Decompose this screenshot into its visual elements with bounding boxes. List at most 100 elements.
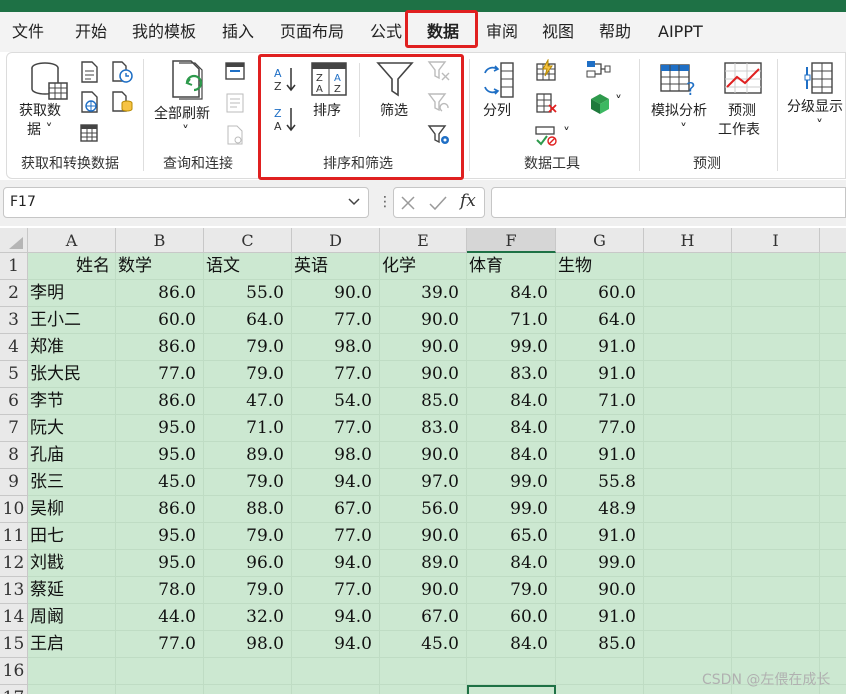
get-data-label-1[interactable]: 获取数 [19,102,61,121]
score-cell[interactable]: 90.0 [292,280,372,307]
relationships-chevron-icon[interactable]: ˅ [615,93,622,112]
row-header-11[interactable]: 11 [0,523,28,550]
score-cell[interactable]: 90.0 [380,442,459,469]
row-header-1[interactable]: 1 [0,253,28,280]
name-box[interactable]: F17 [3,187,369,218]
refresh-all-chevron-icon[interactable]: ˅ [182,123,189,142]
score-cell[interactable]: 60.0 [116,307,196,334]
score-cell[interactable]: 88.0 [204,496,284,523]
header-cell[interactable]: 英语 [294,253,328,280]
tab-my-templates[interactable]: 我的模板 [132,12,196,52]
score-cell[interactable]: 44.0 [116,604,196,631]
header-cell[interactable]: 生物 [558,253,592,280]
column-header-i[interactable]: I [732,228,820,253]
column-header-partial[interactable] [820,228,846,253]
score-cell[interactable]: 48.9 [556,496,636,523]
score-cell[interactable]: 91.0 [556,361,636,388]
name-cell[interactable]: 李节 [30,388,64,415]
score-cell[interactable]: 84.0 [467,415,548,442]
data-validation-icon[interactable] [534,123,558,147]
score-cell[interactable]: 77.0 [116,361,196,388]
score-cell[interactable]: 86.0 [116,280,196,307]
row-header-13[interactable]: 13 [0,577,28,604]
name-cell[interactable]: 周阚 [30,604,64,631]
score-cell[interactable]: 94.0 [292,550,372,577]
score-cell[interactable]: 97.0 [380,469,459,496]
score-cell[interactable]: 32.0 [204,604,284,631]
score-cell[interactable]: 47.0 [204,388,284,415]
column-header-f[interactable]: F [467,228,556,253]
refresh-all-label[interactable]: 全部刷新 [154,105,210,124]
score-cell[interactable]: 89.0 [204,442,284,469]
text-to-columns-icon[interactable] [481,61,517,99]
cancel-entry-icon[interactable] [400,195,416,211]
column-header-e[interactable]: E [380,228,467,253]
score-cell[interactable]: 98.0 [292,442,372,469]
score-cell[interactable]: 94.0 [292,631,372,658]
header-cell[interactable]: 数学 [118,253,152,280]
score-cell[interactable]: 95.0 [116,442,196,469]
score-cell[interactable]: 54.0 [292,388,372,415]
row-header-10[interactable]: 10 [0,496,28,523]
score-cell[interactable]: 45.0 [380,631,459,658]
header-cell[interactable]: 化学 [382,253,416,280]
name-cell[interactable]: 刘戡 [30,550,64,577]
score-cell[interactable]: 67.0 [380,604,459,631]
score-cell[interactable]: 77.0 [292,523,372,550]
score-cell[interactable]: 85.0 [380,388,459,415]
consolidate-icon[interactable] [585,59,611,81]
column-header-d[interactable]: D [292,228,380,253]
what-if-chevron-icon[interactable]: ˅ [680,121,687,140]
text-to-columns-label[interactable]: 分列 [483,102,511,121]
score-cell[interactable]: 77.0 [292,361,372,388]
score-cell[interactable]: 95.0 [116,415,196,442]
score-cell[interactable]: 78.0 [116,577,196,604]
score-cell[interactable]: 71.0 [467,307,548,334]
row-header-3[interactable]: 3 [0,307,28,334]
score-cell[interactable]: 71.0 [204,415,284,442]
score-cell[interactable]: 86.0 [116,334,196,361]
column-header-h[interactable]: H [644,228,732,253]
row-header-14[interactable]: 14 [0,604,28,631]
tab-aippt[interactable]: AIPPT [658,12,703,52]
score-cell[interactable]: 89.0 [380,550,459,577]
score-cell[interactable]: 98.0 [292,334,372,361]
name-cell[interactable]: 田七 [30,523,64,550]
score-cell[interactable]: 90.0 [380,334,459,361]
score-cell[interactable]: 96.0 [204,550,284,577]
row-header-6[interactable]: 6 [0,388,28,415]
tab-insert[interactable]: 插入 [222,12,254,52]
score-cell[interactable]: 91.0 [556,523,636,550]
score-cell[interactable]: 67.0 [292,496,372,523]
score-cell[interactable]: 77.0 [116,631,196,658]
score-cell[interactable]: 84.0 [467,388,548,415]
formula-input[interactable] [491,187,846,218]
header-cell[interactable]: 语文 [206,253,240,280]
score-cell[interactable]: 56.0 [380,496,459,523]
score-cell[interactable]: 79.0 [467,577,548,604]
score-cell[interactable]: 91.0 [556,604,636,631]
score-cell[interactable]: 60.0 [467,604,548,631]
column-header-b[interactable]: B [116,228,204,253]
score-cell[interactable]: 60.0 [556,280,636,307]
score-cell[interactable]: 98.0 [204,631,284,658]
remove-duplicates-icon[interactable] [534,91,558,115]
row-header-9[interactable]: 9 [0,469,28,496]
score-cell[interactable]: 90.0 [380,307,459,334]
score-cell[interactable]: 55.8 [556,469,636,496]
score-cell[interactable]: 94.0 [292,604,372,631]
outline-chevron-icon[interactable]: ˅ [816,117,823,136]
score-cell[interactable]: 95.0 [116,523,196,550]
score-cell[interactable]: 86.0 [116,496,196,523]
row-header-5[interactable]: 5 [0,361,28,388]
tab-review[interactable]: 审阅 [486,12,518,52]
name-cell[interactable]: 阮大 [30,415,64,442]
existing-connections-icon[interactable] [111,91,133,113]
column-header-a[interactable]: A [28,228,116,253]
get-data-icon[interactable] [27,59,71,103]
score-cell[interactable]: 99.0 [556,550,636,577]
score-cell[interactable]: 90.0 [380,523,459,550]
score-cell[interactable]: 39.0 [380,280,459,307]
data-validation-chevron-icon[interactable]: ˅ [563,125,570,144]
score-cell[interactable]: 85.0 [556,631,636,658]
